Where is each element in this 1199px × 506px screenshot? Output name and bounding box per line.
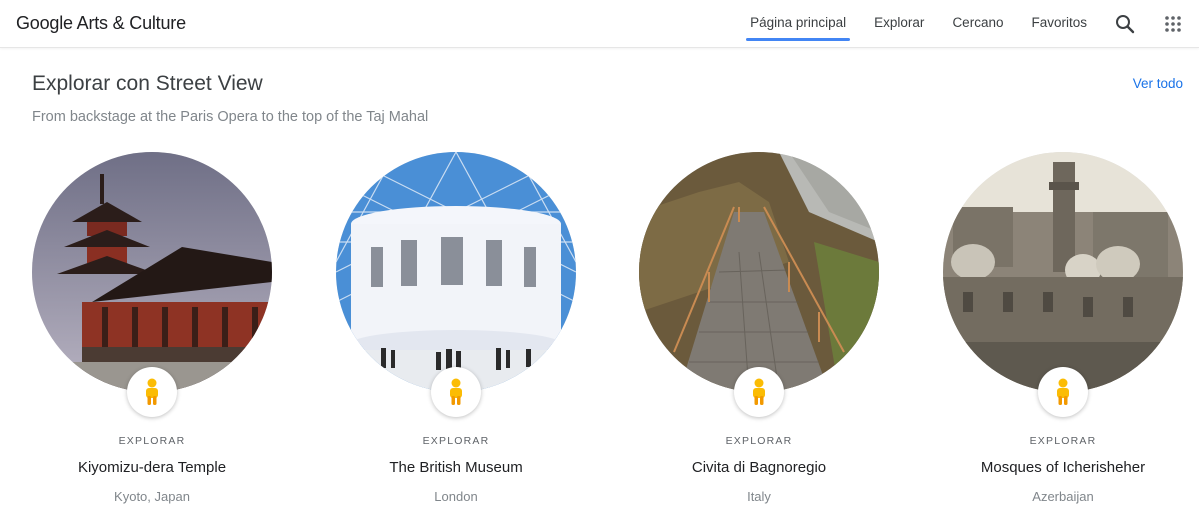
- section-subtitle: From backstage at the Paris Opera to the…: [32, 109, 429, 125]
- pegman-icon: [450, 378, 462, 405]
- card-image: [336, 152, 576, 392]
- section-title: Explorar con Street View: [32, 72, 263, 95]
- logo-google: Google: [16, 13, 73, 33]
- logo[interactable]: Google Arts & Culture: [16, 13, 186, 34]
- pegman-badge: [431, 367, 481, 417]
- card-title: Civita di Bagnoregio: [691, 459, 827, 476]
- card-kiyomizu-dera[interactable]: EXPLORAR Kiyomizu-dera Temple Kyoto, Jap…: [0, 148, 304, 506]
- card-image: [32, 152, 272, 392]
- card-british-museum[interactable]: EXPLORAR The British Museum London: [304, 148, 608, 506]
- card-image: [943, 152, 1183, 392]
- main-nav: Página principal Explorar Cercano Favori…: [736, 0, 1199, 47]
- tab-favorites[interactable]: Favoritos: [1031, 0, 1087, 47]
- card-location: Kyoto, Japan: [114, 489, 190, 504]
- tab-explore[interactable]: Explorar: [874, 0, 924, 47]
- card-kicker: EXPLORAR: [422, 435, 490, 447]
- pegman-badge: [127, 367, 177, 417]
- logo-arts-culture: Arts & Culture: [76, 13, 186, 33]
- apps-grid-icon[interactable]: [1161, 12, 1185, 36]
- pegman-icon: [753, 378, 765, 405]
- pegman-badge: [734, 367, 784, 417]
- tab-home[interactable]: Página principal: [746, 0, 851, 47]
- card-location: London: [434, 489, 478, 504]
- card-civita-di-bagnoregio[interactable]: EXPLORAR Civita di Bagnoregio Italy: [607, 148, 911, 506]
- pegman-icon: [146, 378, 158, 405]
- card-location: Azerbaijan: [1032, 489, 1094, 504]
- card-kicker: EXPLORAR: [725, 435, 793, 447]
- card-kicker: EXPLORAR: [118, 435, 186, 447]
- pegman-icon: [1057, 378, 1069, 405]
- view-all-link[interactable]: Ver todo: [1133, 76, 1183, 91]
- card-kicker: EXPLORAR: [1029, 435, 1097, 447]
- card-row: EXPLORAR Kiyomizu-dera Temple Kyoto, Jap…: [0, 148, 1199, 506]
- card-location: Italy: [747, 489, 771, 504]
- top-bar: Google Arts & Culture Página principal E…: [0, 0, 1199, 48]
- search-icon[interactable]: [1113, 12, 1137, 36]
- card-title: The British Museum: [389, 459, 523, 476]
- card-title: Mosques of Icherisheher: [980, 459, 1146, 476]
- card-image: [639, 152, 879, 392]
- card-title: Kiyomizu-dera Temple: [77, 459, 227, 476]
- card-mosques-of-icherisheher[interactable]: EXPLORAR Mosques of Icherisheher Azerbai…: [911, 148, 1199, 506]
- pegman-badge: [1038, 367, 1088, 417]
- tab-nearby[interactable]: Cercano: [952, 0, 1003, 47]
